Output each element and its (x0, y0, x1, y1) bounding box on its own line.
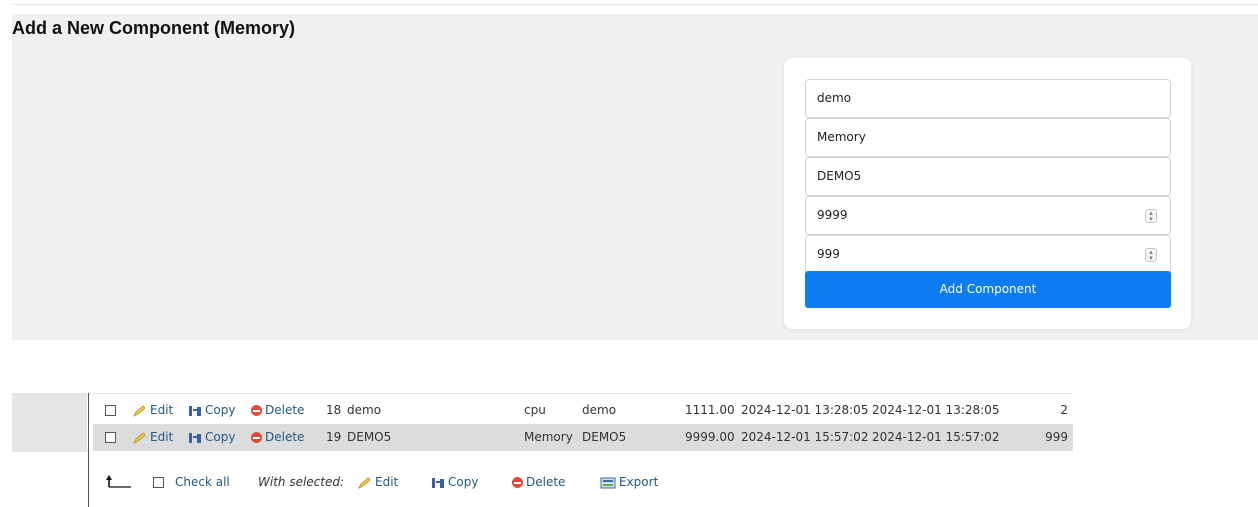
edit-link[interactable]: Edit (133, 424, 173, 451)
table-row: Edit Copy Delete 18 demo cpu demo 1111.0… (93, 397, 1073, 424)
cell-created: 2024-12-01 13:28:05 (741, 403, 869, 417)
row-checkbox[interactable] (105, 397, 116, 424)
delete-icon (251, 405, 262, 416)
check-all-checkbox[interactable] (153, 470, 164, 494)
price-value: 9999 (817, 208, 848, 222)
copy-icon (432, 477, 444, 488)
cell-type: cpu (524, 403, 546, 417)
export-button[interactable]: Export (600, 470, 658, 494)
cell-price: 9999.00 (685, 430, 735, 444)
edit-label: Edit (150, 430, 174, 444)
type-field[interactable]: Memory (805, 118, 1171, 157)
spinner-icon[interactable]: ▴ ▾ (1145, 209, 1157, 223)
row-checkbox[interactable] (105, 424, 116, 451)
check-all-link[interactable]: Check all (175, 470, 230, 494)
edit-link[interactable]: Edit (133, 397, 173, 424)
bulk-delete-button[interactable]: Delete (512, 470, 565, 494)
cell-price: 1111.00 (685, 403, 735, 417)
bulk-edit-label: Edit (375, 475, 399, 489)
left-gutter (12, 393, 87, 452)
copy-link[interactable]: Copy (188, 424, 235, 451)
cell-qty: 2 (1060, 403, 1068, 417)
bulk-actions-bar: Check all With selected: Edit Copy Delet… (93, 470, 793, 494)
arrow-up-icon (106, 475, 131, 488)
delete-label: Delete (265, 403, 305, 417)
table-row: Edit Copy Delete 19 DEMO5 Memory DEMO5 9… (93, 424, 1073, 451)
cell-created: 2024-12-01 15:57:02 (741, 430, 869, 444)
vendor-field[interactable]: DEMO5 (805, 157, 1171, 196)
export-icon (600, 477, 616, 488)
cell-vendor: DEMO5 (582, 430, 627, 444)
with-selected-label: With selected: (258, 475, 345, 489)
cell-id: 19 (326, 430, 342, 444)
add-component-form: demo Memory DEMO5 9999 ▴ ▾ 999 ▴ ▾ Add Com… (784, 58, 1191, 329)
page-title: Add a New Component (Memory) (12, 18, 296, 38)
add-component-button[interactable]: Add Component (805, 271, 1171, 308)
delete-label: Delete (265, 430, 305, 444)
cell-vendor: demo (582, 403, 617, 417)
cell-name: demo (347, 403, 382, 417)
quantity-field[interactable]: 999 ▴ ▾ (805, 235, 1171, 274)
spinner-icon[interactable]: ▴ ▾ (1145, 248, 1157, 262)
add-component-panel: Add a New Component (Memory) demo Memory… (12, 14, 1258, 340)
copy-link[interactable]: Copy (188, 397, 235, 424)
delete-link[interactable]: Delete (251, 424, 304, 451)
cell-qty: 999 (1045, 430, 1068, 444)
table-top-border (93, 393, 1073, 394)
bulk-delete-label: Delete (526, 475, 566, 489)
cell-updated: 2024-12-01 13:28:05 (872, 403, 1000, 417)
delete-icon (512, 477, 523, 488)
price-field[interactable]: 9999 ▴ ▾ (805, 196, 1171, 235)
copy-label: Copy (205, 430, 236, 444)
cell-updated: 2024-12-01 15:57:02 (872, 430, 1000, 444)
bulk-edit-button[interactable]: Edit (358, 470, 398, 494)
export-label: Export (619, 475, 659, 489)
name-field[interactable]: demo (805, 79, 1171, 118)
cell-type: Memory (524, 430, 573, 444)
delete-icon (251, 432, 262, 443)
bulk-copy-label: Copy (448, 475, 479, 489)
quantity-value: 999 (817, 247, 840, 261)
copy-label: Copy (205, 403, 236, 417)
bulk-copy-button[interactable]: Copy (431, 470, 478, 494)
pencil-icon (133, 431, 146, 444)
pencil-icon (358, 476, 371, 489)
pencil-icon (133, 404, 146, 417)
copy-icon (189, 432, 201, 443)
cell-id: 18 (326, 403, 342, 417)
top-divider (12, 4, 1258, 5)
cell-name: DEMO5 (347, 430, 392, 444)
vertical-divider (88, 393, 89, 507)
edit-label: Edit (150, 403, 174, 417)
copy-icon (189, 405, 201, 416)
delete-link[interactable]: Delete (251, 397, 304, 424)
